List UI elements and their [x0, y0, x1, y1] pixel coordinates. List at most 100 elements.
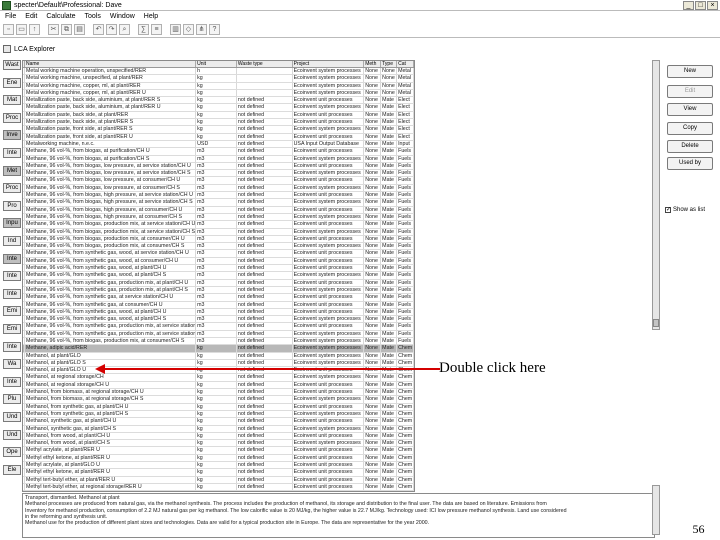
table-row[interactable]: Methane, 96 vol-%, from biogas, at purif…: [23, 155, 414, 163]
table-row[interactable]: Metallization paste, front side, at plan…: [23, 133, 414, 141]
delete-button[interactable]: Delete: [667, 140, 713, 153]
table-row[interactable]: Methanol, at plant/GLO kg not defined Ecoin…: [23, 352, 414, 360]
copy-icon[interactable]: ⧉: [61, 23, 72, 35]
paste-icon[interactable]: ▤: [74, 23, 85, 35]
table-row[interactable]: Methane, 96 vol-%, from biogas, at purif…: [23, 148, 414, 156]
table-row[interactable]: Methane, 96 vol-%, from biogas, producti…: [23, 228, 414, 236]
table-row[interactable]: Methyl ethyl ketone, at plant/RER Ukg not…: [23, 454, 414, 463]
side-tab[interactable]: Inve: [3, 130, 21, 141]
table-row[interactable]: Methanol, from biomass, at regional stor…: [23, 389, 414, 397]
column-header[interactable]: Waste type: [237, 61, 293, 67]
table-row[interactable]: Methane, 96 vol-%, from biogas, producti…: [23, 337, 414, 346]
new-file-icon[interactable]: ▫: [3, 23, 14, 35]
search-icon[interactable]: ⌕: [119, 23, 130, 35]
network-icon[interactable]: ◇: [183, 23, 194, 35]
table-row[interactable]: Methane, 96 vol-%, from synthetic gas, p…: [23, 330, 414, 338]
side-tab[interactable]: Mat: [3, 95, 21, 106]
column-header[interactable]: Cat: [397, 61, 414, 67]
process-grid[interactable]: Name Unit Waste type Project Meth Type Cat Met…: [22, 60, 415, 492]
table-row[interactable]: Methane, 96 vol-%, from biogas, high pre…: [23, 199, 414, 207]
table-row[interactable]: Methanol, from wood, at plant/CH Ukg not …: [23, 432, 414, 441]
used-by-button[interactable]: Used by: [667, 157, 713, 170]
side-tab[interactable]: Inte: [3, 341, 21, 352]
menu-window[interactable]: Window: [110, 13, 135, 20]
table-row[interactable]: Methanol, at regional storage/CH Ukg not …: [23, 381, 414, 390]
table-row[interactable]: Metallization paste, back side, aluminiu…: [23, 97, 414, 105]
table-row[interactable]: Methane, 96 vol-%, from synthetic gas, w…: [23, 316, 414, 324]
side-tab[interactable]: Proc: [3, 183, 21, 194]
menu-calculate[interactable]: Calculate: [46, 13, 75, 20]
table-row[interactable]: Methanol, from synthetic gas, at plant/C…: [23, 403, 414, 411]
table-row[interactable]: Methane, 96 vol-%, from biogas, low pres…: [23, 162, 414, 171]
table-row[interactable]: Methyl tert-butyl ether, at regional sto…: [23, 483, 414, 491]
side-tab[interactable]: Ele: [3, 464, 21, 475]
copy-button[interactable]: Copy: [667, 122, 713, 135]
up-arrow-icon[interactable]: ↑: [29, 23, 40, 35]
table-row[interactable]: Methane, 96 vol-%, from biogas, producti…: [23, 235, 414, 244]
open-folder-icon[interactable]: ▭: [16, 23, 27, 35]
table-row[interactable]: Methane, 96 vol-%, from synthetic gas, w…: [23, 250, 414, 258]
table-row[interactable]: Methyl acrylate, at plant/GLO Ukg not def…: [23, 462, 414, 470]
table-row[interactable]: Methyl ethyl ketone, at plant/RER Ukg not…: [23, 469, 414, 477]
description-scrollbar[interactable]: [652, 485, 660, 535]
table-row[interactable]: Metal working machine, copper, ml, at pl…: [23, 89, 414, 98]
side-tab[interactable]: Inte: [3, 271, 21, 282]
side-tab[interactable]: Wa: [3, 359, 21, 370]
table-row[interactable]: Metal working machine, copper, ml, at pl…: [23, 82, 414, 90]
side-tab[interactable]: Ind: [3, 236, 21, 246]
analyze-icon[interactable]: ≡: [151, 23, 162, 35]
side-tab[interactable]: Emi: [3, 306, 21, 317]
table-row[interactable]: Methanol, from synthetic gas, at plant/C…: [23, 410, 414, 419]
table-row[interactable]: Methane, 96 vol-%, from biogas, high pre…: [23, 206, 414, 214]
side-tab[interactable]: Pro: [3, 200, 21, 211]
table-row[interactable]: Methane, 96 vol-%, from synthetic gas, a…: [23, 294, 414, 302]
table-row[interactable]: Methane, 96 vol-%, from synthetic gas, w…: [23, 272, 414, 280]
side-tab[interactable]: Inte: [3, 376, 21, 387]
table-row[interactable]: Methane, 96 vol-%, from biogas, high pre…: [23, 192, 414, 200]
table-row[interactable]: Methanol, from biomass, at regional stor…: [23, 396, 414, 404]
table-row[interactable]: Metal working machine, unspecified, at p…: [23, 75, 414, 83]
table-row[interactable]: Methane, 96 vol-%, from biogas, producti…: [23, 243, 414, 251]
side-tab[interactable]: Ene: [3, 77, 21, 88]
side-tab[interactable]: Inte: [3, 253, 21, 264]
side-tab[interactable]: Inpu: [3, 218, 21, 229]
column-header[interactable]: Project: [293, 61, 365, 67]
table-row[interactable]: Methanol, from wood, at plant/CH Skg not …: [23, 440, 414, 448]
side-tab[interactable]: Ope: [3, 447, 21, 458]
help-icon[interactable]: ?: [209, 23, 220, 35]
table-row[interactable]: Methane, 96 vol-%, from biogas, low pres…: [23, 170, 414, 178]
table-row[interactable]: Metallization paste, back side, at plant…: [23, 111, 414, 120]
chart-icon[interactable]: ▥: [170, 23, 181, 35]
menu-file[interactable]: File: [5, 13, 16, 20]
undo-icon[interactable]: ↶: [93, 23, 104, 35]
table-row[interactable]: Methane, 96 vol-%, from synthetic gas, w…: [23, 265, 414, 273]
table-row[interactable]: Methanol, synthetic gas, at plant/CH Ukg…: [23, 418, 414, 426]
show-all-toggle[interactable]: ✓ Show as list: [665, 207, 705, 213]
menu-help[interactable]: Help: [144, 13, 158, 20]
table-row[interactable]: Methane, 96 vol-%, from biogas, producti…: [23, 221, 414, 229]
side-tab[interactable]: Emi: [3, 324, 21, 334]
maximize-icon[interactable]: □: [695, 0, 706, 10]
table-row[interactable]: Methyl tert-butyl ether, at plant/RER Uk…: [23, 476, 414, 484]
side-tab[interactable]: Proc: [3, 112, 21, 123]
minimize-icon[interactable]: _: [683, 0, 694, 10]
table-row[interactable]: Methanol, at regional storage/CH kg not de…: [23, 374, 414, 382]
column-header[interactable]: Type: [381, 61, 398, 67]
table-row[interactable]: Methane, 96 vol-%, from biogas, high pre…: [23, 213, 414, 222]
calculate-icon[interactable]: ∑: [138, 23, 149, 35]
side-tab[interactable]: Und: [3, 429, 21, 440]
close-icon[interactable]: ×: [707, 0, 718, 10]
redo-icon[interactable]: ↷: [106, 23, 117, 35]
grid-scrollbar[interactable]: [652, 60, 660, 330]
table-row[interactable]: Methane, 96 vol-%, from synthetic gas, p…: [23, 323, 414, 331]
table-row[interactable]: Metalworking machine, n.e.c. USD not defin…: [23, 140, 414, 149]
side-tab[interactable]: Met: [3, 165, 21, 176]
table-row[interactable]: Methane, 96 vol-%, from synthetic gas, p…: [23, 279, 414, 287]
table-row[interactable]: Metallization paste, back side, aluminiu…: [23, 104, 414, 112]
table-row[interactable]: Methane, 96 vol-%, from biogas, low pres…: [23, 184, 414, 193]
view-button[interactable]: View: [667, 103, 713, 116]
column-header[interactable]: Name: [25, 61, 197, 67]
menu-tools[interactable]: Tools: [85, 13, 101, 20]
side-tab[interactable]: Inte: [3, 288, 21, 299]
table-row[interactable]: Methane, 96 vol-%, from biogas, low pres…: [23, 177, 414, 185]
